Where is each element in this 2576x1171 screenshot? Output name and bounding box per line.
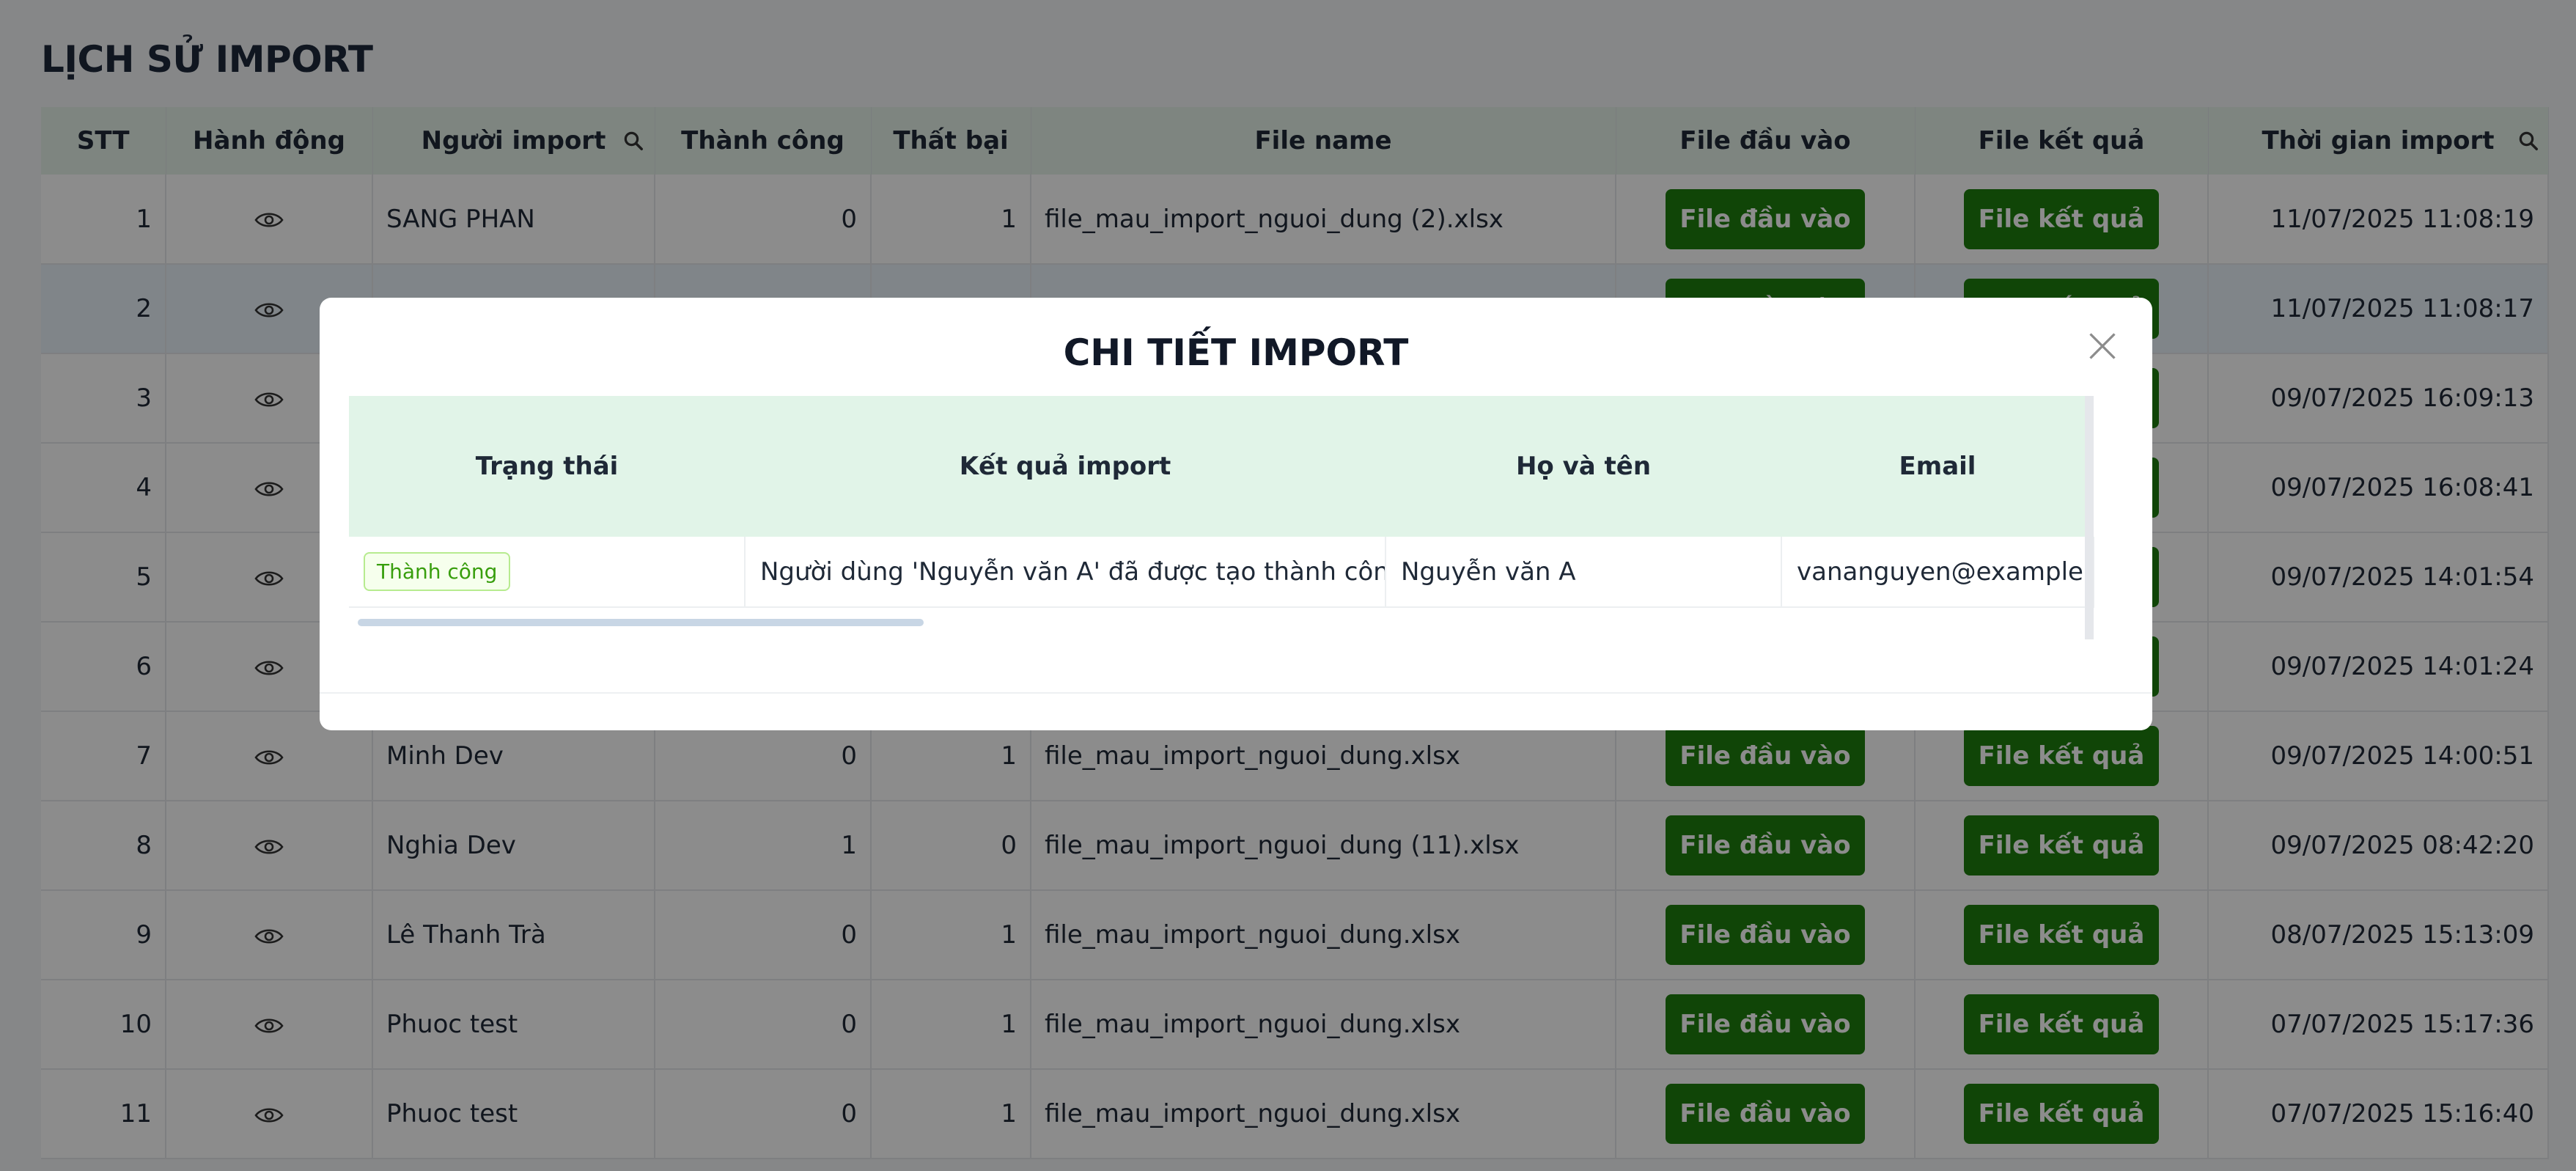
detail-col-result: Kết quả import: [745, 396, 1385, 537]
detail-row: Thành công Người dùng 'Nguyễn văn A' đã …: [349, 537, 2094, 608]
detail-col-email: Email: [1781, 396, 2094, 537]
horizontal-scrollbar[interactable]: [358, 619, 924, 626]
import-detail-modal: CHI TIẾT IMPORT Trạng thái Kết quả impor…: [320, 298, 2152, 730]
detail-email-cell: vananguyen@example.com: [1781, 537, 2094, 608]
modal-title: CHI TIẾT IMPORT: [1063, 331, 1409, 374]
detail-col-name: Họ và tên: [1385, 396, 1781, 537]
status-badge: Thành công: [364, 552, 511, 591]
detail-status-cell: Thành công: [349, 537, 746, 608]
modal-footer-divider: [320, 692, 2152, 694]
detail-table: Trạng thái Kết quả import Họ và tên Emai…: [349, 396, 2094, 608]
detail-result-cell: Người dùng 'Nguyễn văn A' đã được tạo th…: [745, 537, 1386, 608]
detail-col-status: Trạng thái: [349, 396, 745, 537]
close-icon[interactable]: [2086, 330, 2119, 362]
detail-table-scroll[interactable]: Trạng thái Kết quả import Họ và tên Emai…: [349, 396, 2105, 639]
detail-name-cell: Nguyễn văn A: [1385, 537, 1782, 608]
vertical-scrollbar[interactable]: [2085, 396, 2094, 639]
detail-header-row: Trạng thái Kết quả import Họ và tên Emai…: [349, 396, 2094, 537]
